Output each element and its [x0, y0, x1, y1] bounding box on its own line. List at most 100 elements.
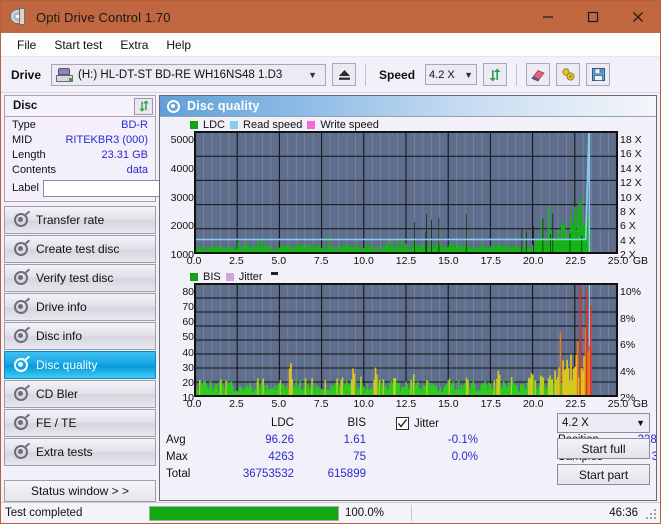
- status-bar: Test completed 100.0% 46:36: [1, 502, 660, 523]
- xaxis-ldc-tick: 10.0: [353, 255, 374, 267]
- sidebar-item-fe-te[interactable]: FE / TE: [4, 409, 156, 437]
- sidebar-item-label: Transfer rate: [36, 213, 105, 227]
- refresh-button[interactable]: [483, 63, 508, 86]
- speed-label: Speed: [379, 67, 416, 82]
- disc-type-value: BD-R: [121, 118, 148, 131]
- bis-plot-row: 80 70 60 50 40 30 20 10 10% 8% 6% 4% 2%: [164, 283, 650, 404]
- speed-select-value: 4.2 X: [429, 68, 455, 81]
- sidebar-item-disc-quality[interactable]: Disc quality: [4, 351, 156, 379]
- status-window-button[interactable]: Status window > >: [4, 480, 156, 502]
- grip-dot: [654, 517, 656, 519]
- xaxis-ldc-tick: 22.5: [565, 255, 586, 267]
- title-bar: Opti Drive Control 1.70: [1, 1, 660, 33]
- disc-row-type: Type BD-R: [5, 117, 155, 132]
- maximize-button[interactable]: [570, 1, 615, 33]
- test-speed-value: 4.2 X: [562, 417, 589, 429]
- xaxis-ldc-tick: 0.0: [186, 255, 202, 267]
- legend-swatch-jitter: [225, 272, 234, 281]
- grip-dot: [646, 517, 648, 519]
- stats-max-bis: 75: [353, 451, 366, 463]
- bis-y2-axis: 10% 8% 6% 4% 2%: [620, 286, 642, 404]
- disc-row-contents: Contents data: [5, 162, 155, 177]
- jitter-stats: Jitter -0.1% 0.0%: [396, 415, 478, 466]
- disc-panel-title: Disc: [13, 100, 38, 112]
- menu-start-test[interactable]: Start test: [45, 35, 111, 55]
- ldc-x-axis: 0.0 2.5 5.0 7.5 10.0 12.5 15.0 17.5 20.0 22.5 25.0…: [187, 254, 648, 268]
- erase-button[interactable]: [526, 63, 551, 86]
- window-title: Opti Drive Control 1.70: [36, 9, 171, 25]
- app-window: Opti Drive Control 1.70 File Start test …: [0, 0, 661, 524]
- bis-plot-area: [194, 283, 618, 397]
- body: Disc Type BD-R MID RITEKBR3 (000) Length…: [1, 93, 660, 502]
- xaxis-bis-tick: 12.5: [395, 398, 417, 410]
- sidebar-item-verify-test-disc[interactable]: Verify test disc: [4, 264, 156, 292]
- nav-list: Transfer rate Create test disc Verify te…: [4, 206, 156, 466]
- menu-help[interactable]: Help: [157, 35, 200, 55]
- progress-percent: 100.0%: [345, 507, 385, 519]
- disc-icon: [14, 413, 31, 430]
- xaxis-bis-tick: 22.5: [565, 398, 586, 410]
- sidebar-item-label: CD Bler: [36, 387, 79, 401]
- xaxis-ldc-tick: 12.5: [395, 255, 417, 267]
- grip-dot: [654, 509, 656, 511]
- sidebar-item-create-test-disc[interactable]: Create test disc: [4, 235, 156, 263]
- xaxis-bis-tick: 2.5: [229, 398, 244, 410]
- toolbar: Drive (H:) HL-DT-ST BD-RE WH16NS48 1.D3 …: [1, 57, 660, 93]
- app-icon: [10, 8, 28, 26]
- stats-row-max-label: Max: [166, 451, 188, 463]
- disc-length-value: 23.31 GB: [101, 148, 148, 161]
- xaxis-ldc-tick: 20.0: [522, 255, 544, 267]
- disc-icon: [14, 210, 31, 227]
- xaxis-bis-tick: 0.0: [186, 398, 202, 410]
- sidebar-item-disc-info[interactable]: Disc info: [4, 322, 156, 350]
- test-speed-select[interactable]: 4.2 X ▼: [557, 413, 650, 433]
- chevron-down-icon: ▼: [464, 69, 474, 80]
- xaxis-bis-tick: 15.0: [438, 398, 459, 410]
- start-part-button[interactable]: Start part: [557, 464, 650, 485]
- sidebar-item-extra-tests[interactable]: Extra tests: [4, 438, 156, 466]
- progress-bar-fill: [150, 506, 338, 520]
- drive-select[interactable]: (H:) HL-DT-ST BD-RE WH16NS48 1.D3 ▼: [51, 63, 327, 86]
- legend-label-read-speed: Read speed: [243, 118, 303, 131]
- legend-swatch-bis: [190, 272, 198, 281]
- status-divider: [411, 505, 412, 521]
- xaxis-bis-tick: 10.0: [353, 398, 374, 410]
- minimize-button[interactable]: [525, 1, 570, 33]
- progress-bar: [149, 505, 339, 521]
- grip-dot: [654, 513, 656, 515]
- drive-label: Drive: [11, 67, 42, 82]
- xaxis-ldc-tick: 2.5: [229, 255, 244, 267]
- disc-icon: [14, 442, 31, 459]
- start-full-button[interactable]: Start full: [557, 438, 650, 459]
- disc-contents-key: Contents: [12, 163, 57, 176]
- menu-extra[interactable]: Extra: [111, 35, 157, 55]
- jitter-checkbox[interactable]: [396, 417, 409, 430]
- ldc-y-axis: 5000 4000 3000 2000 1000: [170, 134, 194, 261]
- toolbar-divider: [365, 63, 367, 86]
- sidebar-item-drive-info[interactable]: Drive info: [4, 293, 156, 321]
- stats-avg-bis: 1.61: [343, 434, 366, 446]
- speed-select[interactable]: 4.2 X ▼: [425, 64, 478, 85]
- disc-length-key: Length: [12, 148, 46, 161]
- elapsed-time: 46:36: [609, 507, 638, 519]
- disc-panel-header: Disc: [5, 96, 155, 117]
- menu-file[interactable]: File: [8, 35, 45, 55]
- disc-refresh-button[interactable]: [134, 97, 153, 115]
- sidebar-item-label: FE / TE: [36, 416, 77, 430]
- resize-grip[interactable]: [646, 509, 657, 520]
- stats-row-total-label: Total: [166, 468, 191, 480]
- disc-icon: [14, 326, 31, 343]
- xaxis-bis-tick: 17.5: [480, 398, 502, 410]
- sidebar-item-cd-bler[interactable]: CD Bler: [4, 380, 156, 408]
- disc-contents-value: data: [126, 163, 148, 176]
- panel-header: Disc quality: [160, 96, 656, 117]
- sidebar-item-label: Drive info: [36, 300, 87, 314]
- close-button[interactable]: [615, 1, 660, 33]
- sidebar-item-transfer-rate[interactable]: Transfer rate: [4, 206, 156, 234]
- eject-button[interactable]: [332, 63, 357, 86]
- menu-bar: File Start test Extra Help: [1, 33, 660, 57]
- bookmark-button[interactable]: [556, 63, 581, 86]
- save-button[interactable]: [586, 63, 611, 86]
- ldc-plot-area: [194, 131, 618, 254]
- xaxis-ldc-tick: 25.0: [607, 255, 629, 267]
